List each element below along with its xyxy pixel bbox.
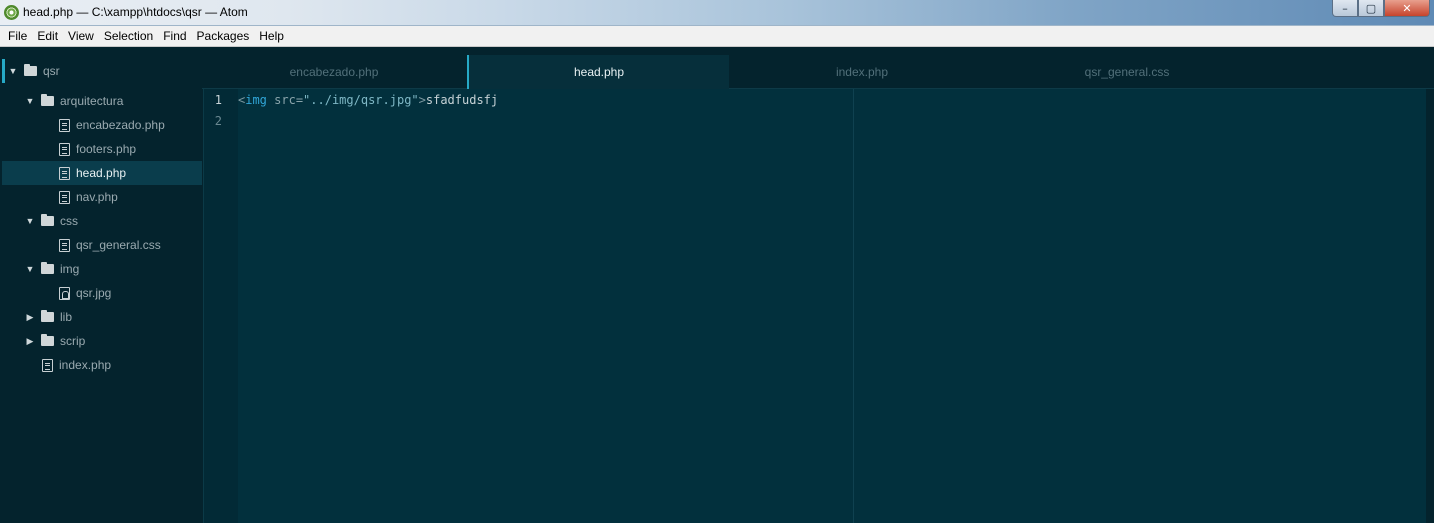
tab-encabezado[interactable]: encabezado.php	[202, 55, 466, 89]
file-text-icon	[59, 118, 70, 132]
chevron-down-icon: ▼	[25, 264, 35, 274]
tab-index[interactable]: index.php	[730, 55, 994, 89]
menu-bar: File Edit View Selection Find Packages H…	[0, 26, 1434, 47]
token-tag: img	[245, 93, 267, 107]
tree-folder-css[interactable]: ▼ css	[2, 209, 202, 233]
line-number: 2	[214, 114, 222, 128]
line-number-gutter: 1 2	[203, 89, 238, 523]
folder-icon	[24, 64, 37, 76]
window-title-bar[interactable]: head.php — C:\xampp\htdocs\qsr — Atom – …	[0, 0, 1434, 26]
folder-icon	[41, 214, 54, 226]
tab-head[interactable]: head.php	[467, 55, 729, 89]
tree-folder-img[interactable]: ▼ img	[2, 257, 202, 281]
menu-view[interactable]: View	[63, 29, 99, 43]
tree-file-encabezado[interactable]: encabezado.php	[2, 113, 202, 137]
close-button[interactable]: ✕	[1384, 0, 1430, 17]
tree-item-label: head.php	[76, 166, 127, 180]
window-title: head.php — C:\xampp\htdocs\qsr — Atom	[23, 5, 248, 19]
tree-item-label: index.php	[59, 358, 112, 372]
menu-help[interactable]: Help	[254, 29, 289, 43]
chevron-right-icon: ▶	[26, 335, 34, 346]
chevron-right-icon: ▶	[26, 311, 34, 322]
tree-item-label: arquitectura	[60, 94, 124, 108]
tree-file-index[interactable]: index.php	[2, 353, 202, 377]
file-text-icon	[59, 190, 70, 204]
folder-icon	[41, 262, 54, 274]
tree-file-qsr-jpg[interactable]: qsr.jpg	[2, 281, 202, 305]
tree-view: ▼ qsr ▼ arquitectura encabezado.php foot…	[2, 47, 202, 523]
token-string: "../img/qsr.jpg"	[303, 93, 419, 107]
tab-bar: encabezado.php head.php index.php qsr_ge…	[202, 47, 1434, 89]
tree-item-label: nav.php	[76, 190, 118, 204]
tree-file-head[interactable]: head.php	[2, 161, 202, 185]
file-text-icon	[59, 166, 70, 180]
maximize-button[interactable]: ▢	[1358, 0, 1384, 17]
folder-icon	[41, 334, 54, 346]
tree-file-nav[interactable]: nav.php	[2, 185, 202, 209]
tree-folder-lib[interactable]: ▶ lib	[2, 305, 202, 329]
file-text-icon	[42, 358, 53, 372]
tree-file-qsr-general-css[interactable]: qsr_general.css	[2, 233, 202, 257]
tree-item-label: qsr_general.css	[76, 238, 161, 252]
tree-folder-scrip[interactable]: ▶ scrip	[2, 329, 202, 353]
chevron-down-icon: ▼	[8, 66, 18, 76]
menu-packages[interactable]: Packages	[192, 29, 255, 43]
line-number: 1	[214, 93, 222, 107]
menu-edit[interactable]: Edit	[32, 29, 63, 43]
tree-item-label: img	[60, 262, 80, 276]
menu-find[interactable]: Find	[158, 29, 191, 43]
token-punctuation: >	[418, 93, 426, 107]
vertical-scrollbar[interactable]	[1426, 89, 1434, 523]
tab-qsr-general-css[interactable]: qsr_general.css	[995, 55, 1259, 89]
chevron-down-icon: ▼	[25, 216, 35, 226]
code-editor[interactable]: <img src="../img/qsr.jpg">sfadfudsfj	[238, 89, 1426, 523]
wrap-guide	[853, 89, 854, 523]
folder-icon	[41, 94, 54, 106]
chevron-down-icon: ▼	[25, 96, 35, 106]
token-attribute: src=	[266, 93, 304, 107]
tree-root-label: qsr	[43, 64, 60, 78]
tree-root-qsr[interactable]: ▼ qsr	[2, 59, 202, 83]
code-line-1[interactable]: <img src="../img/qsr.jpg">sfadfudsfj	[238, 93, 498, 113]
minimize-button[interactable]: –	[1332, 0, 1358, 17]
atom-logo-icon	[4, 5, 19, 20]
tree-item-label: footers.php	[76, 142, 137, 156]
window-controls: – ▢ ✕	[1332, 0, 1430, 17]
tree-folder-arquitectura[interactable]: ▼ arquitectura	[2, 89, 202, 113]
file-text-icon	[59, 142, 70, 156]
tree-item-label: scrip	[60, 334, 86, 348]
tree-item-label: lib	[60, 310, 73, 324]
tree-item-label: encabezado.php	[76, 118, 165, 132]
menu-file[interactable]: File	[3, 29, 32, 43]
file-image-icon	[59, 286, 70, 300]
tree-file-footers[interactable]: footers.php	[2, 137, 202, 161]
folder-icon	[41, 310, 54, 322]
tree-item-label: qsr.jpg	[76, 286, 112, 300]
menu-selection[interactable]: Selection	[99, 29, 158, 43]
token-text: sfadfudsfj	[425, 93, 499, 107]
tree-item-label: css	[60, 214, 78, 228]
file-text-icon	[59, 238, 70, 252]
